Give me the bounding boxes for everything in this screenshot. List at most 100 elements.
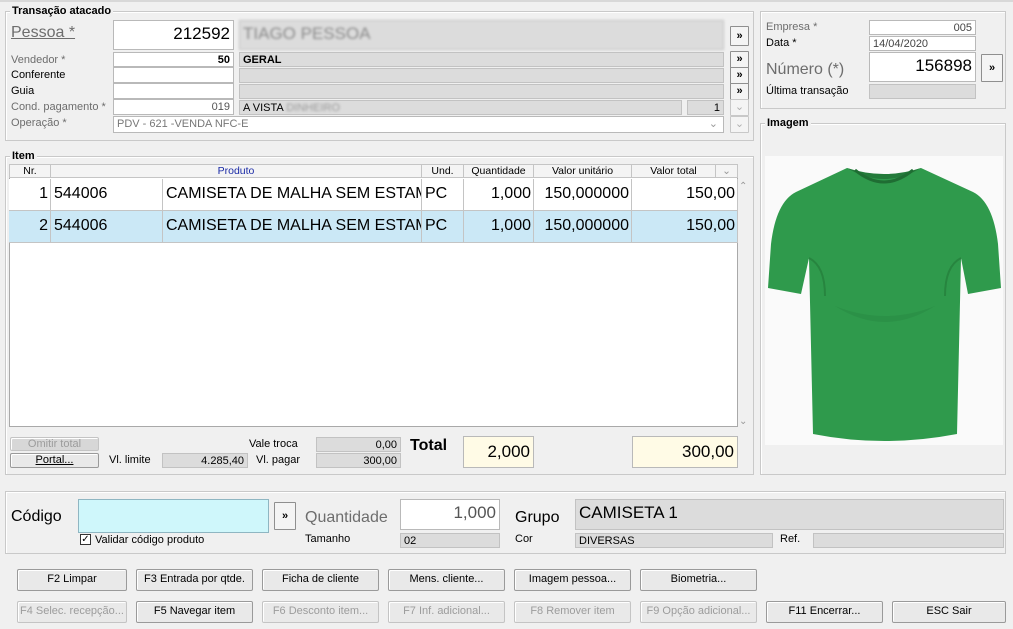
cond-pagamento-name: A VISTA	[243, 102, 284, 114]
row-valor-total: 150,00	[632, 211, 738, 243]
guia-more-button[interactable]: »	[730, 83, 749, 100]
mens-cliente-button[interactable]: Mens. cliente...	[388, 569, 505, 591]
omitir-total-button[interactable]: Omitir total	[10, 437, 99, 451]
row-und: PC	[422, 211, 464, 243]
data-input[interactable]: 14/04/2020	[869, 36, 976, 51]
empresa-label: Empresa *	[766, 21, 818, 33]
row-codigo: 544006	[51, 179, 163, 211]
empresa-input[interactable]: 005	[869, 20, 976, 35]
f5-navegar-item-button[interactable]: F5 Navegar item	[136, 601, 253, 623]
codigo-more-button[interactable]: »	[274, 502, 296, 530]
col-produto[interactable]: Produto	[51, 164, 422, 178]
scroll-down-icon[interactable]: ⌄	[739, 416, 747, 427]
conferente-label: Conferente	[11, 69, 66, 81]
ficha-cliente-button[interactable]: Ficha de cliente	[262, 569, 379, 591]
col-quantidade[interactable]: Quantidade	[464, 164, 534, 178]
esc-sair-button[interactable]: ESC Sair	[892, 601, 1006, 623]
conferente-input[interactable]	[113, 67, 234, 83]
validar-checkbox[interactable]: ✓	[80, 534, 91, 545]
row-quantidade: 1,000	[464, 211, 534, 243]
row-quantidade: 1,000	[464, 179, 534, 211]
cond-pagamento-more-button[interactable]: ⌄	[730, 99, 749, 116]
col-nr[interactable]: Nr.	[9, 164, 51, 178]
conferente-name-field	[239, 68, 724, 83]
chevron-down-icon: ⌄	[708, 118, 718, 130]
numero-more-button[interactable]: »	[981, 54, 1003, 82]
scroll-up-icon[interactable]: ⌃	[739, 181, 747, 192]
quantidade-label: Quantidade	[305, 509, 388, 526]
f7-inf-adicional-button[interactable]: F7 Inf. adicional...	[388, 601, 505, 623]
f11-encerrar-button[interactable]: F11 Encerrar...	[766, 601, 883, 623]
portal-button[interactable]: Portal...	[10, 453, 99, 468]
biometria-button[interactable]: Biometria...	[640, 569, 757, 591]
guia-label: Guia	[11, 85, 35, 97]
tamanho-field: 02	[400, 533, 500, 548]
operacao-select[interactable]: PDV - 621 -VENDA NFC-E ⌄	[113, 116, 724, 133]
f9-opcao-adicional-button[interactable]: F9 Opção adicional...	[640, 601, 757, 623]
codigo-label: Código	[11, 508, 62, 525]
cond-pagamento-code-input[interactable]: 019	[113, 99, 234, 115]
imagem-legend: Imagem	[765, 117, 811, 129]
f2-limpar-button[interactable]: F2 Limpar	[17, 569, 127, 591]
ultima-transacao-label: Última transação	[766, 85, 849, 97]
f3-entrada-qtde-button[interactable]: F3 Entrada por qtde.	[136, 569, 253, 591]
data-label: Data *	[766, 37, 797, 49]
operacao-label: Operação *	[11, 117, 67, 129]
codigo-input[interactable]	[78, 499, 269, 533]
quantidade-input[interactable]: 1,000	[400, 499, 500, 530]
grupo-label: Grupo	[515, 509, 560, 526]
col-valor-unitario[interactable]: Valor unitário	[534, 164, 632, 178]
guia-name-field	[239, 84, 724, 99]
grupo-field: CAMISETA 1	[575, 499, 1004, 530]
cond-pagamento-number: 1	[687, 100, 724, 115]
window-top-border	[0, 0, 1013, 2]
vl-pagar-field: 300,00	[316, 453, 401, 468]
pessoa-label: Pessoa *	[11, 24, 76, 41]
vendedor-code-input[interactable]: 50	[113, 52, 234, 67]
grid-options-icon[interactable]: ⌄	[716, 164, 738, 178]
vale-troca-field: 0,00	[316, 437, 401, 452]
row-nr: 1	[9, 179, 51, 211]
ref-field	[813, 533, 1004, 548]
cor-field: DIVERSAS	[575, 533, 773, 548]
vale-troca-label: Vale troca	[249, 438, 298, 450]
f4-selec-recepcao-button[interactable]: F4 Selec. recepção...	[17, 601, 127, 623]
row-und: PC	[422, 179, 464, 211]
row-codigo: 544006	[51, 211, 163, 243]
numero-label: Número (*)	[766, 61, 845, 78]
ultima-transacao-field	[869, 84, 976, 99]
f6-desconto-item-button[interactable]: F6 Desconto item...	[262, 601, 379, 623]
cond-pagamento-label: Cond. pagamento *	[11, 101, 106, 113]
total-valor-field: 300,00	[632, 436, 738, 468]
imagem-pessoa-button[interactable]: Imagem pessoa...	[514, 569, 631, 591]
cond-pagamento-blurred: DINHEIRO	[286, 102, 340, 114]
numero-input[interactable]: 156898	[869, 52, 976, 82]
operacao-value: PDV - 621 -VENDA NFC-E	[117, 118, 249, 130]
vendedor-more-button[interactable]: »	[730, 51, 749, 68]
validar-label: Validar código produto	[95, 534, 205, 546]
row-nr: 2	[9, 211, 51, 243]
item-legend: Item	[10, 150, 37, 162]
conferente-more-button[interactable]: »	[730, 67, 749, 84]
cor-label: Cor	[515, 533, 533, 545]
f8-remover-item-button[interactable]: F8 Remover item	[514, 601, 631, 623]
operacao-more-button[interactable]: ⌄	[730, 116, 749, 133]
grid-scrollbar[interactable]: ⌃ ⌄	[738, 181, 750, 427]
row-produto: CAMISETA DE MALHA SEM ESTAMPA	[163, 211, 422, 243]
tshirt-icon	[768, 168, 1001, 441]
cond-pagamento-name-field: A VISTA DINHEIRO	[239, 100, 682, 115]
row-valor-unitario: 150,000000	[534, 179, 632, 211]
col-und[interactable]: Und.	[422, 164, 464, 178]
ref-label: Ref.	[780, 533, 801, 545]
product-image	[765, 156, 1003, 445]
pessoa-more-button[interactable]: »	[730, 26, 749, 46]
row-produto: CAMISETA DE MALHA SEM ESTAMPA	[163, 179, 422, 211]
pessoa-code-input[interactable]: 212592	[113, 20, 234, 50]
col-valor-total[interactable]: Valor total	[632, 164, 716, 178]
pessoa-name-field: TIAGO PESSOA	[239, 20, 724, 50]
vl-pagar-label: Vl. pagar	[256, 454, 301, 466]
guia-input[interactable]	[113, 83, 234, 99]
row-valor-unitario: 150,000000	[534, 211, 632, 243]
vendedor-label: Vendedor *	[11, 54, 66, 66]
vl-limite-label: Vl. limite	[109, 454, 151, 466]
